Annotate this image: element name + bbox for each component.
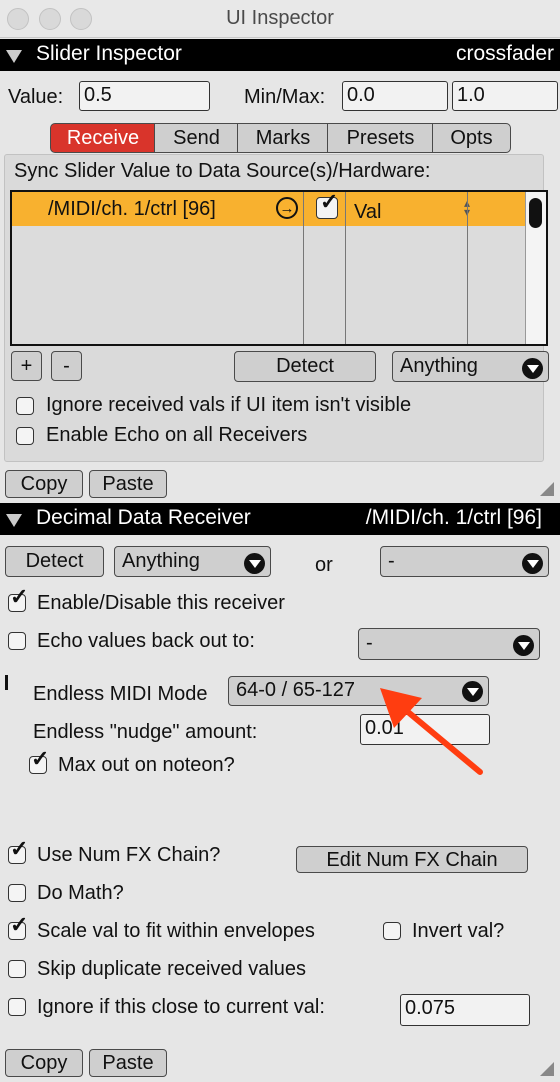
echo-values-checkbox[interactable] xyxy=(8,632,26,650)
num-fx-checkbox[interactable]: ✓ xyxy=(8,838,28,864)
value-label: Value: xyxy=(8,86,64,108)
invert-checkbox[interactable] xyxy=(383,922,401,940)
disclosure-triangle-icon[interactable] xyxy=(6,514,22,527)
receiver-source-path: /MIDI/ch. 1/ctrl [96] xyxy=(365,506,542,529)
value-field[interactable]: 0.5 xyxy=(79,81,210,111)
do-math-checkbox[interactable] xyxy=(8,884,26,902)
scrollbar-thumb[interactable] xyxy=(529,198,542,228)
endless-midi-label: Endless MIDI Mode xyxy=(33,683,208,705)
echo-values-label: Echo values back out to: xyxy=(37,630,255,652)
receiver-paste-button[interactable]: Paste xyxy=(89,1049,167,1077)
receiver-alt-dropdown[interactable]: - xyxy=(380,546,549,577)
receiver-detect-button[interactable]: Detect xyxy=(5,546,104,577)
enable-receiver-checkbox[interactable]: ✓ xyxy=(8,586,28,612)
nudge-label: Endless "nudge" amount: xyxy=(33,721,258,743)
arrow-right-circle-icon[interactable]: → xyxy=(276,197,298,219)
indent-marker xyxy=(5,675,8,690)
sync-label: Sync Slider Value to Data Source(s)/Hard… xyxy=(14,160,431,182)
skip-duplicates-checkbox[interactable] xyxy=(8,960,26,978)
receiver-source: /MIDI/ch. 1/ctrl [96] xyxy=(48,198,216,220)
receiver-header[interactable]: Decimal Data Receiver /MIDI/ch. 1/ctrl [… xyxy=(0,503,560,535)
resize-corner-icon[interactable] xyxy=(540,1062,554,1076)
chevron-down-icon xyxy=(522,553,543,574)
list-item[interactable]: /MIDI/ch. 1/ctrl [96] → ✓ Val ▴▾ xyxy=(12,191,528,226)
add-receiver-button[interactable]: + xyxy=(11,351,42,381)
annotation-arrow-icon xyxy=(380,688,483,775)
scale-label: Scale val to fit within envelopes xyxy=(37,920,315,942)
chevron-down-icon xyxy=(244,553,265,574)
maxout-checkbox[interactable]: ✓ xyxy=(29,748,49,774)
skip-duplicates-label: Skip duplicate received values xyxy=(37,958,307,980)
column-divider xyxy=(303,192,304,344)
echo-all-label: Enable Echo on all Receivers xyxy=(46,424,308,446)
disclosure-triangle-icon[interactable] xyxy=(6,50,22,63)
alt-value: - xyxy=(388,550,395,572)
remove-receiver-button[interactable]: - xyxy=(51,351,82,381)
ignore-close-checkbox[interactable] xyxy=(8,998,26,1016)
receivers-list[interactable]: /MIDI/ch. 1/ctrl [96] → ✓ Val ▴▾ xyxy=(10,190,548,346)
tab-receive[interactable]: Receive xyxy=(50,123,156,153)
minmax-label: Min/Max: xyxy=(244,86,326,108)
max-field[interactable]: 1.0 xyxy=(452,81,558,111)
inspector-tabs: Receive Send Marks Presets Opts xyxy=(50,123,511,153)
echo-target-dropdown[interactable]: - xyxy=(358,628,540,660)
window-title: UI Inspector xyxy=(226,7,334,29)
endless-midi-value: 64-0 / 65-127 xyxy=(236,679,355,701)
paste-button[interactable]: Paste xyxy=(89,470,167,498)
ignore-hidden-label: Ignore received vals if UI item isn't vi… xyxy=(46,394,412,416)
tab-presets[interactable]: Presets xyxy=(327,123,434,153)
scale-checkbox[interactable]: ✓ xyxy=(8,914,28,940)
receiver-enabled-checkbox[interactable]: ✓ xyxy=(316,191,338,219)
echo-target-value: - xyxy=(366,632,373,654)
edit-fx-chain-button[interactable]: Edit Num FX Chain xyxy=(296,846,528,873)
column-divider xyxy=(467,192,468,344)
ignore-close-field[interactable]: 0.075 xyxy=(400,994,530,1026)
section-title: Slider Inspector xyxy=(36,42,182,65)
filter-value: Anything xyxy=(122,550,200,572)
column-divider xyxy=(345,192,346,344)
detect-button[interactable]: Detect xyxy=(234,351,376,382)
tab-marks[interactable]: Marks xyxy=(237,123,329,153)
filter-dropdown[interactable]: Anything xyxy=(392,351,549,382)
do-math-label: Do Math? xyxy=(37,882,124,904)
receiver-mode[interactable]: Val xyxy=(354,201,381,224)
maxout-label: Max out on noteon? xyxy=(58,754,235,776)
tab-opts[interactable]: Opts xyxy=(432,123,511,153)
receiver-copy-button[interactable]: Copy xyxy=(5,1049,83,1077)
ignore-close-label: Ignore if this close to current val: xyxy=(37,996,325,1018)
num-fx-label: Use Num FX Chain? xyxy=(37,844,221,866)
or-label: or xyxy=(315,554,333,576)
tab-send[interactable]: Send xyxy=(154,123,239,153)
ignore-hidden-checkbox[interactable] xyxy=(16,397,34,415)
invert-label: Invert val? xyxy=(412,920,505,942)
slider-inspector-header[interactable]: Slider Inspector crossfader xyxy=(0,39,560,71)
inspected-item-name: crossfader xyxy=(455,42,554,65)
echo-all-checkbox[interactable] xyxy=(16,427,34,445)
chevron-down-icon xyxy=(513,635,534,656)
min-field[interactable]: 0.0 xyxy=(342,81,448,111)
window-titlebar: UI Inspector xyxy=(0,0,560,38)
section-title: Decimal Data Receiver xyxy=(36,506,251,529)
resize-corner-icon[interactable] xyxy=(540,482,554,496)
list-scrollbar[interactable] xyxy=(525,192,546,344)
receiver-filter-dropdown[interactable]: Anything xyxy=(114,546,271,577)
enable-receiver-label: Enable/Disable this receiver xyxy=(37,592,285,614)
filter-value: Anything xyxy=(400,355,478,377)
copy-button[interactable]: Copy xyxy=(5,470,83,498)
chevron-down-icon xyxy=(522,358,543,379)
